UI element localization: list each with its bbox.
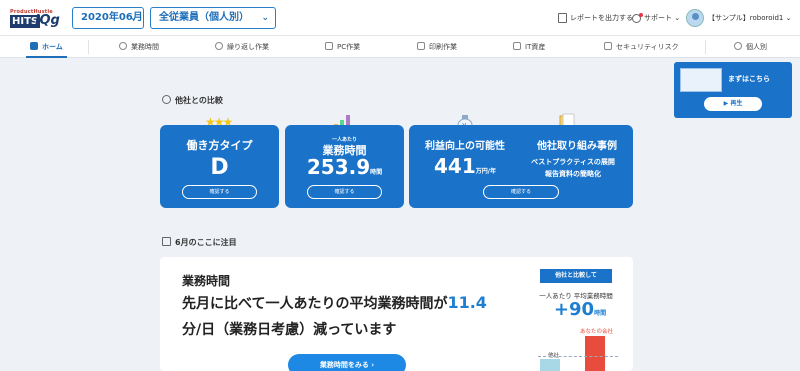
nav-it-assets[interactable]: IT資産 [513,36,545,58]
flag-icon [162,237,171,246]
nav-divider [88,40,89,54]
chevron-down-icon: ⌄ [783,14,792,22]
nav-individual[interactable]: 個人別 [734,36,767,58]
nav-label: セキュリティリスク [616,43,679,51]
focus-section-title: 6月のここに注目 [162,237,237,248]
intro-video-promo[interactable]: まずはこちら ▶ 再生 [674,62,792,118]
work-style-card[interactable]: 働き方タイプ D 確認する [160,125,279,208]
nav-repetitive-work[interactable]: 繰り返し作業 [215,36,269,58]
card-unit: 万円/年 [475,168,496,175]
monitor-icon [325,42,333,50]
user-name: 【サンプル】roboroid1 [708,14,784,22]
support-icon [632,12,643,23]
top-header: ProductHustle HITS lQg 2020年06月 ⌄ 全従業員（個… [0,0,800,36]
nav-label: IT資産 [525,43,546,51]
section-title-text: 他社との比較 [175,96,223,105]
nav-home[interactable]: ホーム [26,36,67,58]
compare-section-title: 他社との比較 [162,95,223,106]
view-work-hours-button[interactable]: 業務時間をみる › [288,354,406,371]
network-icon [513,42,521,50]
main-nav: ホーム 業務時間 繰り返し作業 PC作業 印刷作業 IT資産 セキュリティリスク… [0,36,800,58]
card-value-wrap: 253.9時間 [285,155,404,179]
nav-work-hours[interactable]: 業務時間 [119,36,159,58]
bar-label-other: 他社 [548,353,560,359]
case-line-1: ベストプラクティスの展開 [531,158,615,166]
card-title: 利益向上の可能性 [425,141,505,152]
card-title: 他社取り組み事例 [537,141,617,152]
compare-tag: 他社と比較して [540,269,612,283]
focus-line-1-text: 先月に比べて一人あたりの平均業務時間が [182,296,448,312]
button-label: 業務時間をみる [319,361,369,369]
document-icon [558,13,567,23]
bar-yours [585,336,605,371]
card-value: 441 [434,154,476,178]
hits-iqg-logo[interactable]: ProductHustle HITS lQg [10,9,62,29]
nav-label: 業務時間 [131,43,159,51]
nav-label: 繰り返し作業 [227,43,269,51]
focus-highlight-value: 11.4 [447,293,487,312]
chevron-down-icon: ⌄ [672,14,681,22]
card-unit: 時間 [370,169,383,176]
home-icon [30,42,38,50]
section-title-text: 6月のここに注目 [175,238,237,247]
confirm-button[interactable]: 確認する [483,185,559,199]
focus-panel: 業務時間 先月に比べて一人あたりの平均業務時間が11.4 分/日（業務日考慮）減… [160,257,633,371]
play-button[interactable]: ▶ 再生 [704,97,762,111]
reference-line [538,356,618,357]
play-label: 再生 [730,100,743,107]
compare-icon [162,95,171,104]
repeat-icon [215,42,223,50]
nav-label: 個人別 [746,43,767,51]
nav-divider [705,40,706,54]
compare-unit: 時間 [594,310,607,317]
video-thumbnail [680,68,722,92]
confirm-button[interactable]: 確認する [307,185,382,199]
focus-panel-title: 業務時間 [182,274,231,288]
scope-select-value: 全従業員（個人別） [159,12,249,23]
profit-and-case-card[interactable]: 利益向上の可能性 441万円/年 他社取り組み事例 ベストプラクティスの展開 報… [409,125,633,208]
bar-other [540,359,560,371]
compare-value: +90 [553,299,595,320]
scope-select[interactable]: 全従業員（個人別） ⌄ [150,7,276,29]
nav-security-risk[interactable]: セキュリティリスク [604,36,679,58]
user-menu[interactable]: 【サンプル】roboroid1 ⌄ [708,11,791,25]
confirm-button[interactable]: 確認する [182,185,257,199]
nav-label: 印刷作業 [429,43,457,51]
nav-label: PC作業 [337,43,361,51]
card-title: 働き方タイプ [186,139,253,152]
support-link-label: サポート [644,14,672,22]
printer-icon [417,42,425,50]
support-link[interactable]: サポート ⌄ [632,11,680,25]
nav-pc-work[interactable]: PC作業 [325,36,360,58]
nav-label: ホーム [42,43,63,51]
person-icon [734,42,742,50]
lock-icon [604,42,612,50]
user-avatar[interactable] [686,9,704,27]
chevron-down-icon: ⌄ [261,13,269,23]
clock-icon [119,42,127,50]
focus-line-1: 先月に比べて一人あたりの平均業務時間が11.4 [182,293,487,313]
nav-print-work[interactable]: 印刷作業 [417,36,457,58]
chevron-down-icon: ⌄ [129,13,137,23]
bar-label-yours: あなたの会社 [580,329,614,335]
focus-line-2: 分/日（業務日考慮）減っています [182,322,397,338]
card-value: D [210,155,229,180]
compare-metric-value: +90時間 [532,299,628,320]
logo-iqg-text: lQg [35,13,60,28]
month-select[interactable]: 2020年06月 ⌄ [72,7,144,29]
work-hours-card[interactable]: 一人あたり 業務時間 253.9時間 確認する [285,125,404,208]
case-line-2: 報告資料の簡略化 [545,170,601,178]
report-link-label: レポートを出力する [570,14,633,22]
report-output-link[interactable]: レポートを出力する [558,11,633,25]
card-value: 253.9 [306,155,371,179]
promo-title: まずはこちら [728,75,770,83]
card-value-wrap: 441万円/年 [409,154,521,178]
